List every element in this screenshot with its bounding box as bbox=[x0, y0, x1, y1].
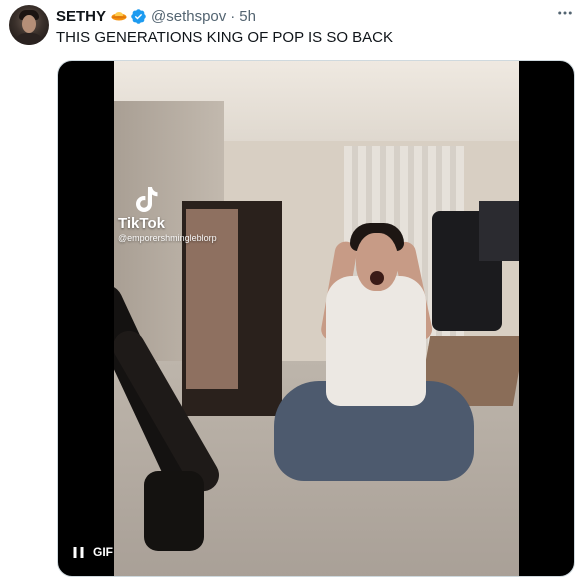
person-mouth bbox=[370, 271, 384, 285]
more-options-button[interactable] bbox=[556, 4, 574, 27]
author-handle[interactable]: @sethspov bbox=[151, 8, 226, 25]
tweet-text: THIS GENERATIONS KING OF POP IS SO BACK bbox=[56, 29, 394, 46]
person-shirt bbox=[326, 276, 426, 406]
author-avatar[interactable] bbox=[9, 5, 49, 45]
tiktok-brand-text: TikTok bbox=[118, 215, 165, 232]
avatar-face bbox=[22, 15, 36, 33]
separator-dot: · bbox=[230, 7, 236, 25]
scene-desk bbox=[479, 201, 519, 261]
gif-media[interactable]: TikTok @emporershmingleblorp GIF bbox=[57, 60, 575, 577]
gif-frame: TikTok @emporershmingleblorp bbox=[114, 61, 519, 576]
tweet-header: SETHY @sethspov · 5h bbox=[56, 6, 256, 26]
more-horizontal-icon bbox=[558, 11, 572, 15]
author-name[interactable]: SETHY bbox=[56, 8, 106, 25]
avatar-body bbox=[14, 33, 44, 45]
scene-boots bbox=[144, 471, 204, 551]
gif-badge: GIF bbox=[93, 545, 113, 559]
gif-controls[interactable]: GIF bbox=[72, 545, 113, 559]
flying-saucer-emoji-icon bbox=[111, 12, 127, 21]
tiktok-watermark: TikTok @emporershmingleblorp bbox=[118, 185, 217, 243]
tiktok-logo-icon bbox=[136, 187, 158, 212]
verified-badge-icon[interactable] bbox=[130, 8, 147, 25]
pause-icon[interactable] bbox=[72, 546, 85, 559]
tweet-timestamp[interactable]: 5h bbox=[239, 8, 256, 25]
tiktok-username: @emporershmingleblorp bbox=[118, 233, 217, 243]
